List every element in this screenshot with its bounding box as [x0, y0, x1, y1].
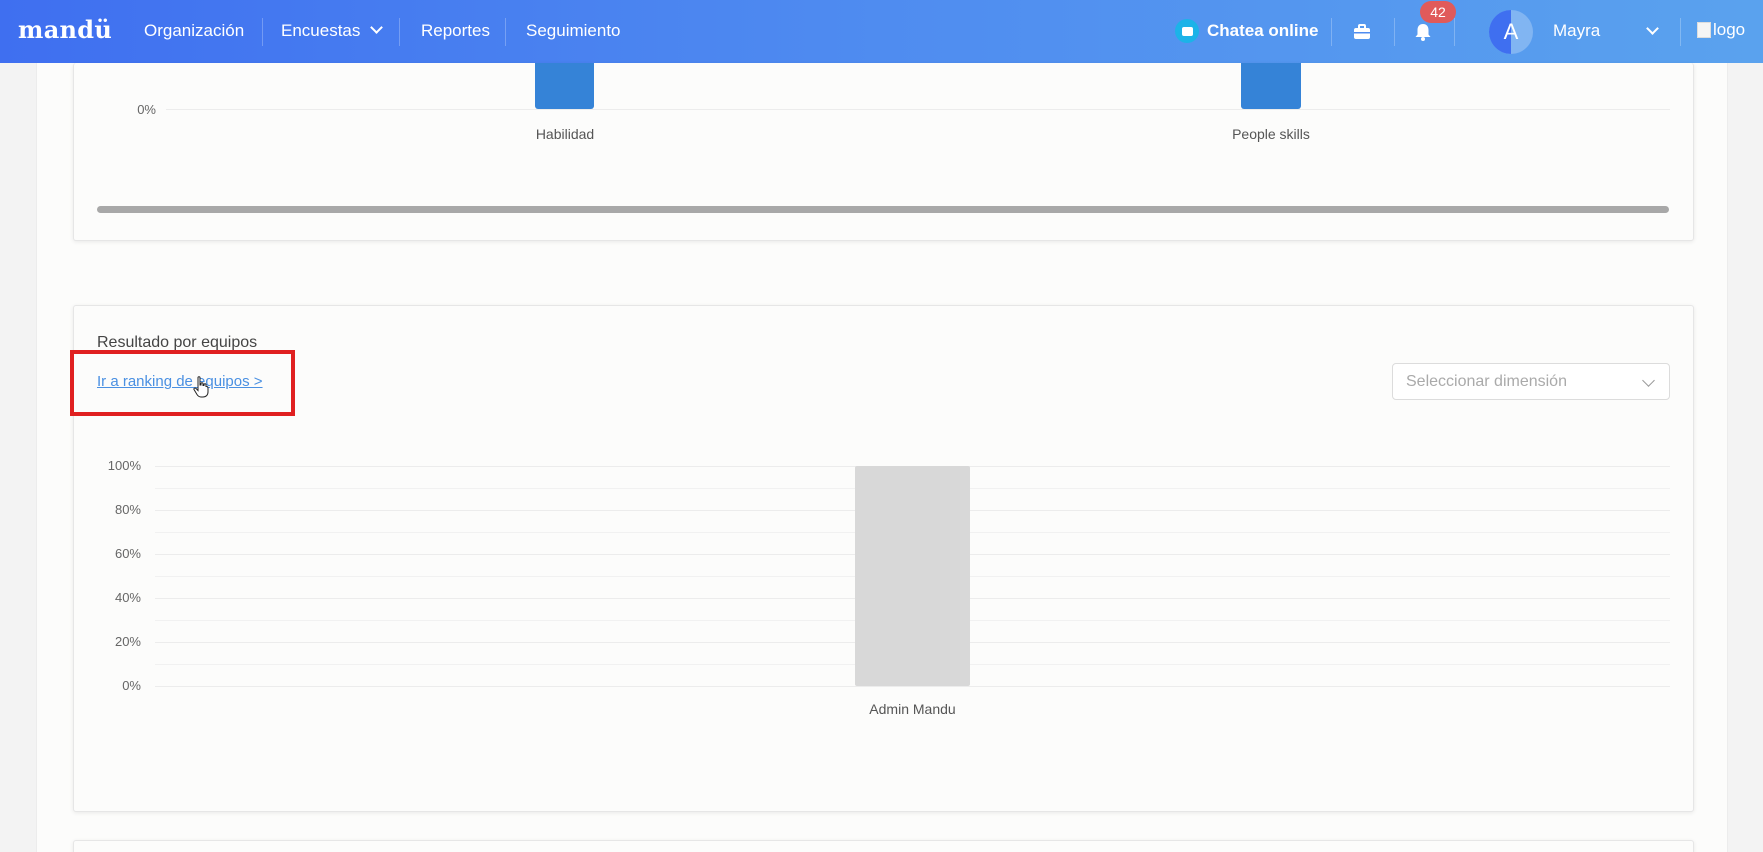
nav-encuestas[interactable]: Encuestas	[281, 21, 384, 41]
y-axis-tick-label: 20%	[114, 634, 141, 649]
chat-online-button[interactable]: Chatea online	[1175, 19, 1318, 43]
category-label-habilidad: Habilidad	[535, 126, 595, 142]
logo-alt-text: logo	[1713, 20, 1746, 39]
company-logo: logo	[1697, 20, 1745, 40]
nav-divider	[1454, 18, 1455, 46]
competency-chart-card	[73, 63, 1694, 241]
category-label-people-skills: People skills	[1232, 126, 1310, 142]
y-axis-tick-label: 0%	[122, 678, 141, 693]
nav-divider	[1331, 18, 1332, 46]
nav-reportes[interactable]: Reportes	[421, 21, 490, 41]
top-navbar: mandü Organización Encuestas Reportes Se…	[0, 0, 1763, 63]
chat-icon	[1175, 19, 1199, 43]
y-axis-tick-label: 60%	[114, 546, 141, 561]
avatar-letter: A	[1503, 19, 1519, 44]
nav-divider	[262, 18, 263, 46]
nav-divider	[1394, 18, 1395, 46]
y-axis-tick: 0%	[137, 102, 156, 117]
next-card	[73, 840, 1694, 852]
nav-seguimiento[interactable]: Seguimiento	[526, 21, 621, 41]
broken-image-icon	[1697, 22, 1711, 38]
chevron-down-icon	[1642, 374, 1655, 387]
nav-divider	[505, 18, 506, 46]
y-axis-tick-label: 100%	[107, 458, 141, 473]
horizontal-scrollbar[interactable]	[97, 206, 1669, 213]
x-axis-line	[166, 109, 1670, 110]
user-name[interactable]: Mayra	[1553, 21, 1600, 41]
nav-divider	[399, 18, 400, 46]
chart-bar-people-skills	[1241, 63, 1301, 109]
chat-online-label: Chatea online	[1207, 21, 1319, 40]
nav-organizacion[interactable]: Organización	[144, 21, 244, 41]
nav-divider	[1680, 18, 1681, 46]
y-axis-tick-label: 40%	[114, 590, 141, 605]
chart-bar-habilidad	[535, 63, 594, 109]
x-axis-category-label: Admin Mandu	[869, 701, 956, 717]
gridline	[155, 686, 1670, 687]
avatar[interactable]: A	[1489, 10, 1533, 54]
chevron-down-icon	[370, 21, 384, 34]
nav-encuestas-label: Encuestas	[281, 21, 361, 40]
dimension-select[interactable]: Seleccionar dimensión	[1392, 363, 1670, 400]
chart-bar[interactable]	[855, 466, 970, 686]
dimension-select-placeholder: Seleccionar dimensión	[1406, 373, 1567, 390]
notification-badge: 42	[1420, 1, 1456, 23]
hand-cursor-icon	[193, 376, 209, 403]
y-axis-tick-label: 80%	[114, 502, 141, 517]
highlight-box	[70, 350, 295, 416]
user-menu-chevron-icon[interactable]	[1646, 22, 1659, 42]
brand-logo[interactable]: mandü	[18, 15, 112, 44]
briefcase-icon[interactable]	[1349, 19, 1375, 45]
